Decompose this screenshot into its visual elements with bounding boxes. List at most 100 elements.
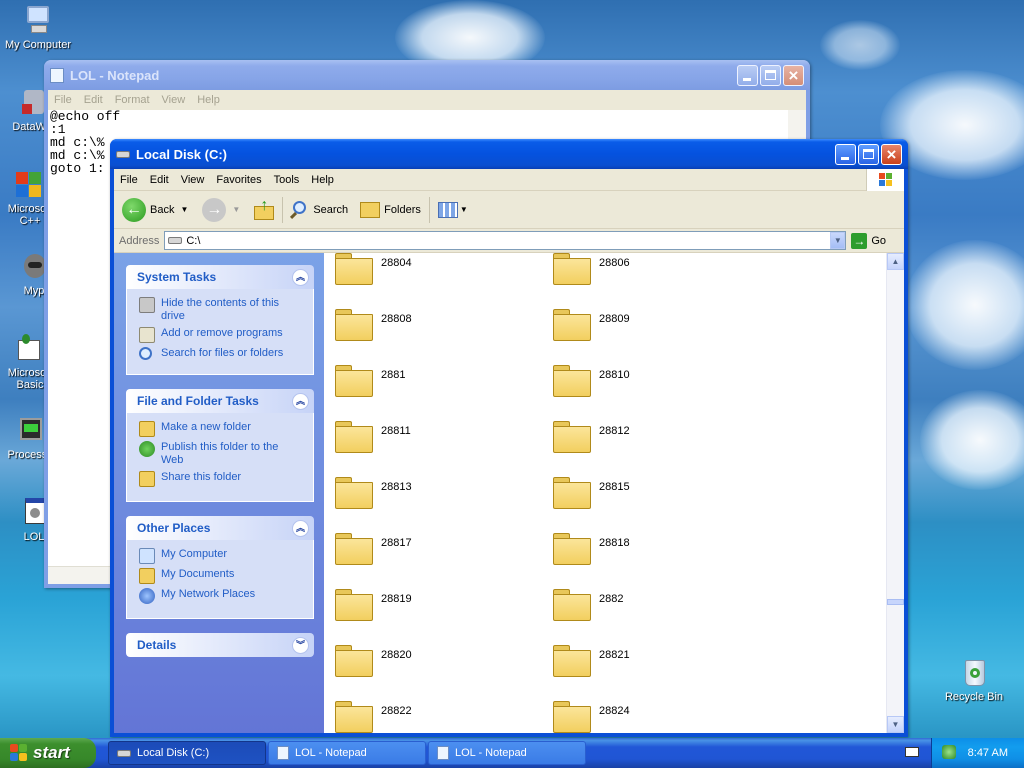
- taskbar-item-notepad-1[interactable]: LOL - Notepad: [268, 741, 426, 765]
- folder-item[interactable]: 28820: [334, 639, 534, 679]
- taskbar-item-notepad-2[interactable]: LOL - Notepad: [428, 741, 586, 765]
- details-header[interactable]: Details ︾: [126, 633, 314, 657]
- forward-dropdown-icon[interactable]: ▼: [232, 205, 240, 214]
- explorer-titlebar[interactable]: Local Disk (C:) ×: [110, 139, 908, 169]
- windows-logo-icon: [866, 168, 904, 191]
- folders-button[interactable]: Folders: [360, 201, 421, 218]
- desktop-icon-my-computer[interactable]: My Computer: [0, 4, 76, 51]
- taskbar-item-local-disk[interactable]: Local Disk (C:): [108, 741, 266, 765]
- file-folder-tasks-panel: File and Folder Tasks ︽ Make a new folde…: [114, 389, 324, 502]
- folder-item[interactable]: 28808: [334, 303, 534, 343]
- collapse-chevron-icon[interactable]: ︽: [292, 520, 309, 537]
- explorer-close-button[interactable]: ×: [881, 143, 902, 165]
- task-make-new-folder[interactable]: Make a new folder: [139, 421, 303, 437]
- place-my-computer[interactable]: My Computer: [139, 548, 303, 564]
- explorer-window[interactable]: Local Disk (C:) × File Edit View Favorit…: [110, 139, 908, 737]
- my-computer-icon: [22, 4, 54, 36]
- folder-item[interactable]: 28806: [552, 253, 752, 287]
- system-tasks-header[interactable]: System Tasks ︽: [126, 265, 314, 289]
- notepad-close-button[interactable]: ×: [783, 64, 804, 86]
- go-button[interactable]: → Go: [851, 232, 886, 249]
- desktop-icon-recycle-bin[interactable]: Recycle Bin: [936, 656, 1012, 703]
- start-button[interactable]: start: [0, 738, 96, 768]
- notepad-menu-file[interactable]: File: [48, 94, 78, 106]
- folder-item[interactable]: 28819: [334, 583, 534, 623]
- place-my-documents[interactable]: My Documents: [139, 568, 303, 584]
- folder-item[interactable]: 28817: [334, 527, 534, 567]
- explorer-minimize-button[interactable]: [835, 143, 856, 165]
- other-places-header[interactable]: Other Places ︽: [126, 516, 314, 540]
- explorer-menu-favorites[interactable]: Favorites: [210, 174, 267, 186]
- notepad-app-icon: [437, 746, 449, 760]
- notepad-titlebar[interactable]: LOL - Notepad ×: [44, 60, 810, 90]
- notepad-menu-edit[interactable]: Edit: [78, 94, 109, 106]
- notepad-line: @echo off: [50, 109, 121, 124]
- search-button[interactable]: Search: [289, 200, 348, 220]
- microsoft-cpp-icon: [12, 168, 44, 200]
- my-documents-icon: [139, 568, 155, 584]
- folder-item[interactable]: 28804: [334, 253, 534, 287]
- task-share-folder[interactable]: Share this folder: [139, 471, 303, 487]
- explorer-menu-help[interactable]: Help: [305, 174, 340, 186]
- collapse-chevron-icon[interactable]: ︽: [292, 269, 309, 286]
- address-bar: Address C:\ ▼ → Go: [114, 229, 904, 253]
- address-dropdown-icon[interactable]: ▼: [830, 232, 846, 249]
- notepad-maximize-button[interactable]: [760, 64, 781, 86]
- share-folder-icon: [139, 471, 155, 487]
- expand-chevron-icon[interactable]: ︾: [292, 637, 309, 654]
- task-add-remove-programs[interactable]: Add or remove programs: [139, 327, 303, 343]
- forward-button[interactable]: → ▼: [202, 197, 240, 222]
- folder-item[interactable]: 28811: [334, 415, 534, 455]
- folder-item[interactable]: 28822: [334, 695, 534, 733]
- scroll-up-icon[interactable]: ▲: [887, 253, 904, 270]
- folder-item[interactable]: 2882: [552, 583, 752, 623]
- collapse-chevron-icon[interactable]: ︽: [292, 393, 309, 410]
- views-dropdown-icon: ▼: [459, 205, 468, 214]
- folder-list-scrollbar[interactable]: ▲ ▼: [886, 253, 904, 733]
- folder-item[interactable]: 28810: [552, 359, 752, 399]
- notepad-minimize-button[interactable]: [737, 64, 758, 86]
- explorer-maximize-button[interactable]: [858, 143, 879, 165]
- my-computer-icon: [139, 548, 155, 564]
- notepad-menu-format[interactable]: Format: [109, 94, 156, 106]
- back-button[interactable]: ← Back ▼: [122, 197, 188, 222]
- folder-item[interactable]: 28813: [334, 471, 534, 511]
- folder-item[interactable]: 28809: [552, 303, 752, 343]
- folder-name: 28813: [381, 481, 412, 493]
- notepad-menu-help[interactable]: Help: [191, 94, 226, 106]
- search-icon: [139, 347, 152, 360]
- folder-item[interactable]: 28818: [552, 527, 752, 567]
- views-button[interactable]: ▼: [437, 201, 468, 218]
- scroll-down-icon[interactable]: ▼: [887, 716, 904, 733]
- address-input[interactable]: C:\ ▼: [164, 231, 847, 250]
- file-folder-tasks-header[interactable]: File and Folder Tasks ︽: [126, 389, 314, 413]
- up-folder-button[interactable]: ↑: [252, 197, 276, 222]
- place-my-network-places[interactable]: My Network Places: [139, 588, 303, 604]
- back-dropdown-icon[interactable]: ▼: [180, 205, 188, 214]
- folder-name: 28811: [381, 425, 411, 437]
- task-search-files[interactable]: Search for files or folders: [139, 347, 303, 360]
- folder-icon: [552, 531, 591, 565]
- publish-web-icon: [139, 441, 155, 457]
- folder-name: 28817: [381, 537, 412, 549]
- folder-item[interactable]: 28821: [552, 639, 752, 679]
- keyboard-icon[interactable]: [905, 747, 919, 757]
- folder-name: 28824: [599, 705, 630, 717]
- network-tray-icon[interactable]: [942, 745, 956, 759]
- task-hide-drive-contents[interactable]: Hide the contents of this drive: [139, 297, 303, 323]
- notepad-menu-view[interactable]: View: [156, 94, 192, 106]
- folder-item[interactable]: 28824: [552, 695, 752, 733]
- scroll-thumb[interactable]: [887, 599, 904, 605]
- folder-item[interactable]: 28815: [552, 471, 752, 511]
- explorer-menu-edit[interactable]: Edit: [144, 174, 175, 186]
- task-publish-folder-web[interactable]: Publish this folder to the Web: [139, 441, 303, 467]
- folder-icon: [552, 587, 591, 621]
- explorer-menu-file[interactable]: File: [114, 174, 144, 186]
- system-tasks-body: Hide the contents of this drive Add or r…: [126, 289, 314, 375]
- explorer-menu-view[interactable]: View: [175, 174, 211, 186]
- system-tasks-panel: System Tasks ︽ Hide the contents of this…: [114, 265, 324, 375]
- folder-item[interactable]: 2881: [334, 359, 534, 399]
- explorer-menu-tools[interactable]: Tools: [268, 174, 306, 186]
- folder-item[interactable]: 28812: [552, 415, 752, 455]
- clock[interactable]: 8:47 AM: [968, 747, 1008, 759]
